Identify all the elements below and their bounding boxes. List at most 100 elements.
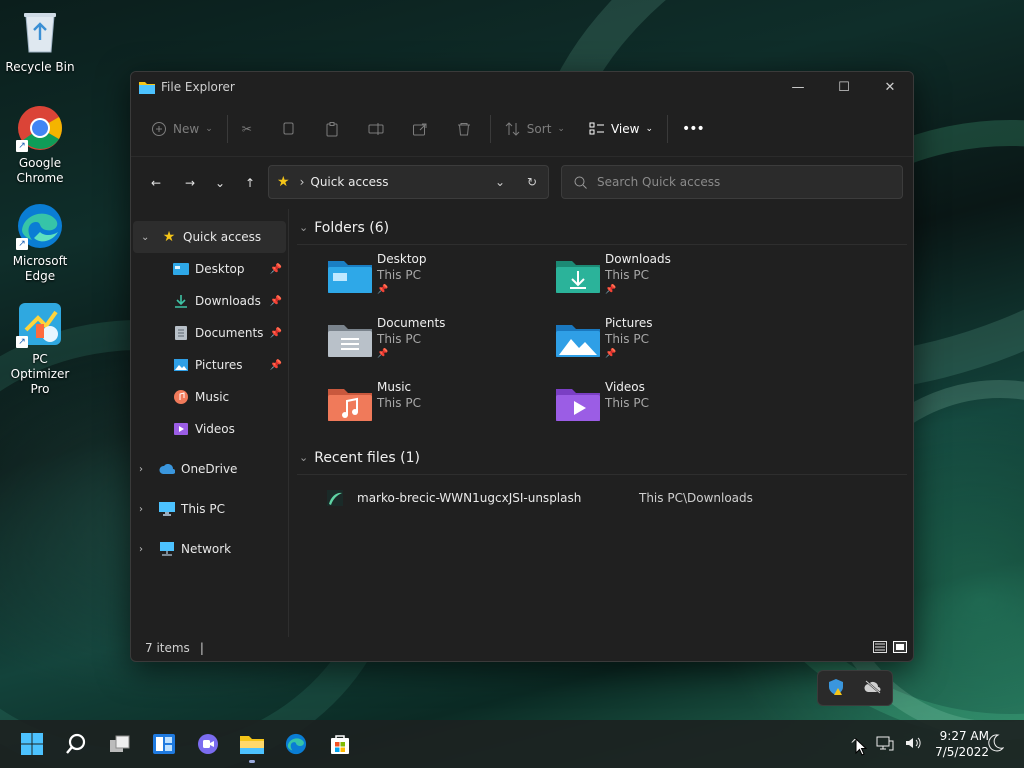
search-icon [66,733,86,754]
folder-name: Downloads [605,252,671,266]
folder-tile-documents[interactable]: Documents This PC 📌 [327,315,555,371]
folder-name: Pictures [605,316,653,330]
sidebar-item-label: Pictures [195,358,243,372]
chevron-down-icon: ⌄ [205,124,213,134]
new-button-label: New [173,122,200,136]
address-dropdown-button[interactable]: ⌄ [484,175,516,189]
cut-button[interactable]: ✂ [234,113,260,145]
search-input[interactable] [597,175,877,189]
back-button[interactable]: ← [139,167,173,199]
recent-files-group-header[interactable]: ⌄ Recent files (1) [297,441,907,475]
sidebar-item-downloads[interactable]: Downloads 📌 [131,285,288,317]
refresh-button[interactable]: ↻ [516,175,548,189]
folder-tile-music[interactable]: Music This PC [327,379,555,435]
microsoft-store-button[interactable] [318,722,362,766]
folder-tile-videos[interactable]: Videos This PC [555,379,783,435]
sidebar-item-label: Downloads [195,294,261,308]
recycle-bin-icon [16,8,64,56]
folder-tile-desktop[interactable]: Desktop This PC 📌 [327,251,555,307]
share-button[interactable] [404,113,436,145]
chevron-down-icon: ⌄ [141,231,150,243]
desktop-icon-recycle-bin[interactable]: Recycle Bin [2,8,78,75]
forward-button[interactable]: → [173,167,207,199]
file-explorer-taskbar-button[interactable] [230,722,274,766]
store-icon [331,735,349,754]
chat-button[interactable] [186,722,230,766]
cloud-icon [159,461,175,477]
sidebar-item-this-pc[interactable]: › This PC [131,493,288,525]
volume-icon[interactable] [899,735,927,754]
network-status-icon[interactable] [871,735,899,754]
windows-security-icon[interactable] [827,678,845,699]
pin-icon: 📌 [377,285,389,295]
edge-icon [285,733,307,755]
maximize-button[interactable]: ☐ [821,72,867,102]
downloads-folder-icon [556,261,600,293]
close-button[interactable]: ✕ [867,72,913,102]
address-bar[interactable]: ★ › Quick access ⌄ ↻ [268,165,549,199]
widgets-button[interactable] [142,722,186,766]
sidebar-item-label: This PC [181,502,225,516]
folders-group-header[interactable]: ⌄ Folders (6) [297,211,907,245]
sidebar-item-desktop[interactable]: Desktop 📌 [131,253,288,285]
desktop-folder-icon [328,261,372,293]
download-icon [173,293,189,309]
desktop-icon-label: Microsoft Edge [12,254,68,283]
desktop-icon-label: Google Chrome [16,156,64,185]
sidebar-item-videos[interactable]: Videos [131,413,288,445]
task-view-button[interactable] [98,722,142,766]
edge-taskbar-button[interactable] [274,722,318,766]
sidebar-item-onedrive[interactable]: › OneDrive [131,453,288,485]
pin-icon: 📌 [605,285,617,295]
desktop-icon-chrome[interactable]: ↗ Google Chrome [2,104,78,186]
clock-date: 7/5/2022 [935,745,989,759]
mouse-cursor-icon [855,738,867,756]
up-button[interactable]: ↑ [233,167,267,199]
copy-button[interactable] [272,113,304,145]
see-more-button[interactable]: ••• [674,113,712,145]
new-button[interactable]: New ⌄ [143,113,221,145]
sidebar-item-music[interactable]: Music [131,381,288,413]
shortcut-arrow-icon: ↗ [16,336,28,348]
desktop-icon-edge[interactable]: ↗ Microsoft Edge [2,202,78,284]
clock[interactable]: 9:27 AM 7/5/2022 [925,728,989,760]
sort-button[interactable]: Sort ⌄ [497,113,573,145]
sidebar-item-quick-access[interactable]: ⌄ ★ Quick access [133,221,286,253]
sidebar-item-documents[interactable]: Documents 📌 [131,317,288,349]
folder-name: Videos [605,380,645,394]
folder-location: This PC [377,332,421,346]
sidebar-item-pictures[interactable]: Pictures 📌 [131,349,288,381]
search-box[interactable] [561,165,903,199]
chevron-right-icon: › [139,503,143,515]
pictures-folder-icon [556,325,600,357]
rename-button[interactable] [360,113,392,145]
folder-tile-pictures[interactable]: Pictures This PC 📌 [555,315,783,371]
window-title: File Explorer [161,80,235,94]
network-icon [159,541,175,557]
recent-locations-button[interactable]: ⌄ [207,167,233,199]
tiles-view-button[interactable] [893,640,907,656]
copy-icon [283,122,294,135]
sidebar-item-label: Music [195,390,230,404]
search-button[interactable] [54,722,98,766]
focus-assist-moon-icon[interactable] [988,734,1005,755]
image-file-icon [327,490,343,506]
toolbar-divider [489,115,491,143]
delete-button[interactable] [448,113,480,145]
start-button[interactable] [10,722,54,766]
paste-button[interactable] [316,113,348,145]
desktop-icon-pc-optimizer[interactable]: ↗ PC Optimizer Pro [2,300,78,397]
onedrive-offline-icon[interactable] [863,679,883,697]
list-item[interactable]: marko-brecic-WWN1ugcxJSI-unsplash This P… [297,479,913,517]
folder-tile-downloads[interactable]: Downloads This PC 📌 [555,251,783,307]
view-button[interactable]: View ⌄ [581,113,661,145]
details-view-button[interactable] [873,640,887,656]
title-bar[interactable]: File Explorer — ☐ ✕ [131,72,913,102]
chevron-down-icon: ⌄ [214,176,226,190]
sidebar-item-network[interactable]: › Network [131,533,288,565]
minimize-button[interactable]: — [775,72,821,102]
scissors-icon: ✂ [241,122,252,136]
tray-overflow-flyout [817,670,893,706]
chevron-down-icon: ⌄ [557,124,565,134]
clock-time: 9:27 AM [939,729,989,743]
